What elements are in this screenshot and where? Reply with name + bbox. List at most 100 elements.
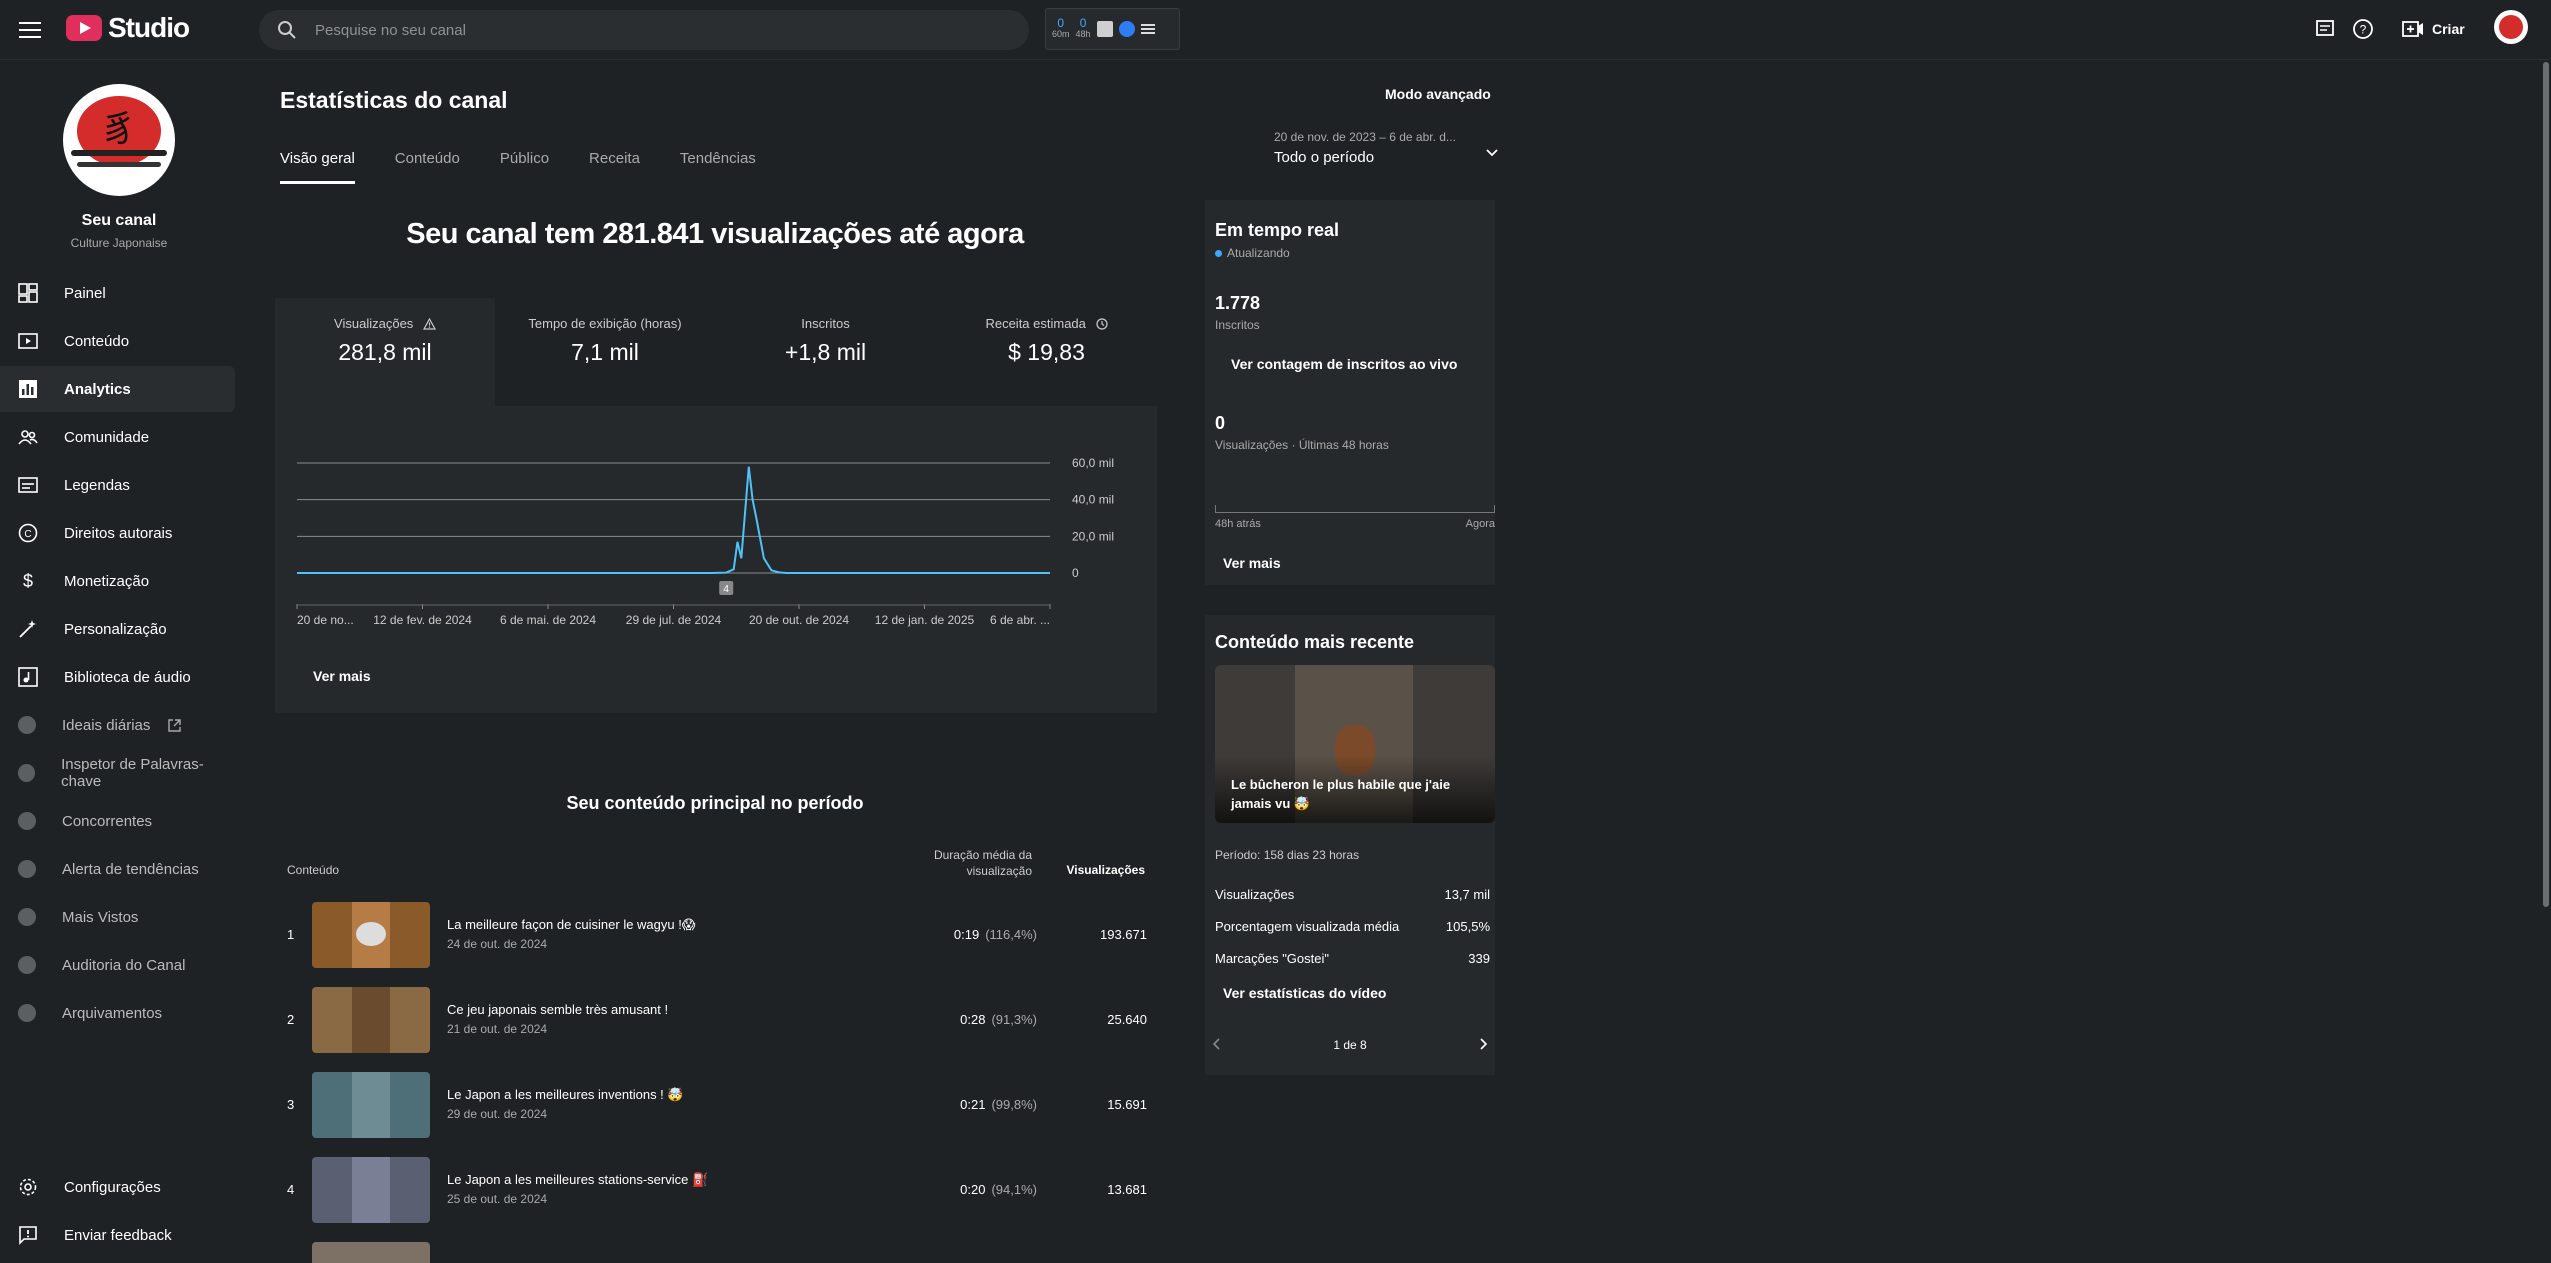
metric-subscribers[interactable]: Inscritos +1,8 mil: [715, 298, 936, 406]
page-scrollbar[interactable]: [2543, 62, 2549, 907]
video-date: 29 de out. de 2024: [447, 1107, 548, 1121]
table-row[interactable]: 1 La meilleure façon de cuisiner le wagy…: [287, 895, 1147, 973]
chevron-down-icon: [1486, 149, 1498, 157]
sidebar-ext-concorrentes[interactable]: Concorrentes: [0, 798, 235, 844]
recent-video-thumbnail[interactable]: Le bûcheron le plus habile que j'aie jam…: [1215, 665, 1495, 823]
help-icon[interactable]: ?: [2350, 16, 2376, 42]
video-title[interactable]: Ce jeu japonais semble très amusant !: [447, 1002, 668, 1017]
metric-watch-time[interactable]: Tempo de exibição (horas) 7,1 mil: [495, 298, 715, 406]
sidebar-item-legendas[interactable]: Legendas: [0, 462, 235, 508]
sidebar-item-comunidade[interactable]: Comunidade: [0, 414, 235, 460]
search-input[interactable]: [315, 21, 995, 39]
realtime-see-more-button[interactable]: Ver mais: [1223, 555, 1281, 571]
table-row[interactable]: [287, 1235, 1147, 1263]
video-thumbnail[interactable]: [312, 1242, 430, 1263]
video-thumbnail[interactable]: [312, 902, 430, 968]
video-date: 25 de out. de 2024: [447, 1192, 548, 1206]
studio-logo[interactable]: Studio: [66, 12, 190, 44]
overview-chart-panel: 60,0 mil 40,0 mil 20,0 mil 0 20 de no... 12 d…: [275, 408, 1157, 713]
sidebar-item-label: Painel: [64, 284, 106, 302]
col-views[interactable]: Visualizações: [1045, 863, 1146, 877]
metric-label: Visualizações: [334, 316, 414, 331]
recent-stat-row: Marcações "Gostei" 339: [1215, 951, 1490, 966]
table-row[interactable]: 3 Le Japon a les meilleures inventions !…: [287, 1065, 1147, 1143]
menu-icon[interactable]: [16, 16, 44, 44]
realtime-status: Atualizando: [1215, 246, 1290, 260]
table-row[interactable]: 2 Ce jeu japonais semble très amusant ! …: [287, 980, 1147, 1058]
extension-logo-icon: [18, 908, 36, 926]
sidebar-ext-inspetor[interactable]: Inspetor de Palavras-chave: [0, 750, 235, 796]
dollar-icon: $: [16, 569, 40, 593]
video-title[interactable]: La meilleure façon de cuisiner le wagyu …: [447, 917, 695, 933]
sidebar-ext-auditoria[interactable]: Auditoria do Canal: [0, 942, 235, 988]
y-tick-label: 0: [1072, 566, 1079, 580]
sidebar-ext-mais-vistos[interactable]: Mais Vistos: [0, 894, 235, 940]
ext-menu-icon[interactable]: [1140, 23, 1155, 35]
metric-revenue[interactable]: Receita estimada $ 19,83: [936, 298, 1157, 406]
sidebar-item-analytics[interactable]: Analytics: [0, 366, 235, 412]
row-rank: 1: [287, 927, 295, 942]
tab-publico[interactable]: Público: [500, 150, 549, 184]
video-thumbnail[interactable]: [312, 987, 430, 1053]
sidebar-item-label: Auditoria do Canal: [62, 956, 186, 974]
video-stats-button[interactable]: Ver estatísticas do vídeo: [1223, 985, 1386, 1001]
sidebar-item-monetizacao[interactable]: $ Monetização: [0, 558, 235, 604]
ext-logo-icon[interactable]: [1118, 21, 1135, 37]
channel-avatar[interactable]: ⾘: [63, 84, 175, 196]
overview-headline: Seu canal tem 281.841 visualizações até …: [406, 218, 1024, 250]
table-row[interactable]: 4 Le Japon a les meilleures stations-ser…: [287, 1150, 1147, 1228]
clock-icon: [1095, 318, 1108, 330]
ext-chart-icon[interactable]: [1096, 21, 1113, 37]
sidebar-item-label: Concorrentes: [62, 812, 153, 830]
views-line-chart[interactable]: 60,0 mil 40,0 mil 20,0 mil 0 20 de no... 12 d…: [275, 408, 1157, 648]
metric-views[interactable]: Visualizações 281,8 mil: [275, 298, 495, 406]
sidebar-item-personalizacao[interactable]: Personalização: [0, 606, 235, 652]
recent-period: Período: 158 dias 23 horas: [1215, 848, 1360, 862]
video-title[interactable]: Le Japon a les meilleures stations-servi…: [447, 1172, 708, 1188]
chevron-right-icon[interactable]: [1476, 1037, 1490, 1051]
warning-icon: [422, 317, 436, 330]
tab-receita[interactable]: Receita: [589, 150, 640, 184]
sidebar-item-direitos-autorais[interactable]: C Direitos autorais: [0, 510, 235, 556]
annotation-marker-label: 4: [723, 584, 729, 595]
sidebar-ext-ideias-diarias[interactable]: Ideais diárias: [0, 702, 235, 748]
messages-icon[interactable]: [2312, 16, 2338, 42]
tab-tendencias[interactable]: Tendências: [680, 150, 756, 184]
external-link-icon: [168, 718, 182, 732]
y-tick-label: 20,0 mil: [1072, 529, 1114, 543]
sidebar-item-label: Analytics: [64, 380, 131, 398]
metric-value: 7,1 mil: [571, 339, 639, 365]
realtime-card: Em tempo real Atualizando 1.778 Inscrito…: [1205, 200, 1495, 585]
video-title[interactable]: Le Japon a les meilleures inventions ! 🤯: [447, 1087, 684, 1103]
tab-conteudo[interactable]: Conteúdo: [395, 150, 460, 184]
account-avatar[interactable]: [2494, 10, 2528, 44]
extension-logo-icon: [18, 956, 36, 974]
sidebar-ext-alerta[interactable]: Alerta de tendências: [0, 846, 235, 892]
tab-visao-geral[interactable]: Visão geral: [280, 150, 355, 184]
sidebar-item-painel[interactable]: Painel: [0, 270, 235, 316]
sidebar-item-conteudo[interactable]: Conteúdo: [0, 318, 235, 364]
top-content-title: Seu conteúdo principal no período: [566, 793, 864, 813]
video-thumbnail[interactable]: [312, 1072, 430, 1138]
search-bar[interactable]: [259, 10, 1029, 50]
sidebar-item-label: Arquivamentos: [62, 1004, 163, 1022]
sidebar-item-biblioteca-audio[interactable]: Biblioteca de áudio: [0, 654, 235, 700]
sidebar-item-label: Legendas: [64, 476, 130, 494]
sidebar-item-label: Conteúdo: [64, 332, 130, 350]
realtime-bar-chart[interactable]: [1215, 505, 1495, 513]
create-label: Criar: [2432, 21, 2465, 37]
content-icon: [16, 329, 40, 353]
wand-icon: [16, 617, 40, 641]
sidebar-item-configuracoes[interactable]: Configurações: [0, 1164, 235, 1210]
create-button[interactable]: Criar: [2402, 16, 2465, 42]
live-subscribers-button[interactable]: Ver contagem de inscritos ao vivo: [1231, 356, 1457, 372]
extension-widget[interactable]: 0 60m 0 48h: [1045, 8, 1180, 50]
video-date: 21 de out. de 2024: [447, 1022, 548, 1036]
see-more-button[interactable]: Ver mais: [313, 668, 371, 684]
sidebar-ext-arquivamentos[interactable]: Arquivamentos: [0, 990, 235, 1036]
sidebar-item-feedback[interactable]: Enviar feedback: [0, 1212, 235, 1258]
gear-icon: [16, 1175, 40, 1199]
video-thumbnail[interactable]: [312, 1157, 430, 1223]
advanced-mode-button[interactable]: Modo avançado: [1385, 86, 1491, 102]
period-selector[interactable]: 20 de nov. de 2023 – 6 de abr. d... Todo…: [1274, 130, 1499, 178]
